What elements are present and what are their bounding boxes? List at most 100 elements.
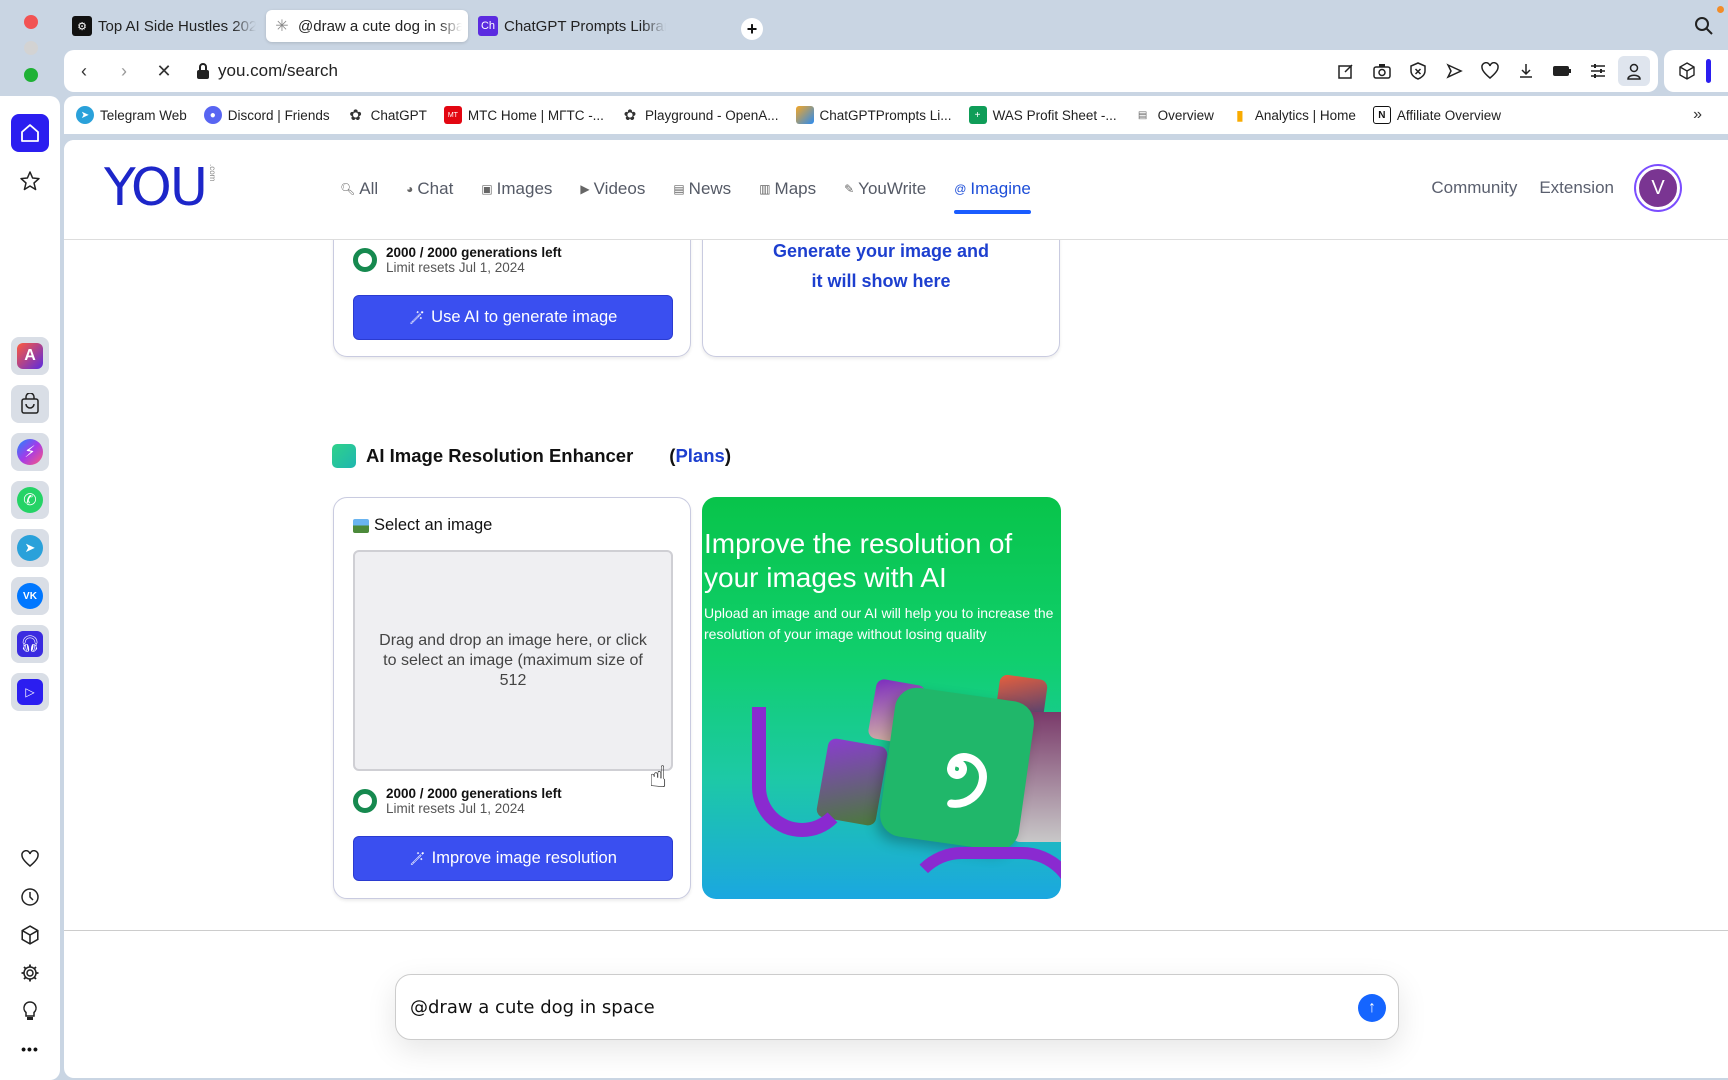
favorites-button[interactable] (1474, 56, 1506, 86)
enhancer-quota: 2000 / 2000 generations left Limit reset… (353, 786, 562, 816)
tab-chatgpt-prompts-library[interactable]: Ch ChatGPT Prompts Library (472, 10, 672, 42)
enhancer-promo-banner: Improve the resolution of your images wi… (702, 497, 1061, 899)
nav-news[interactable]: ▤ News (673, 176, 731, 202)
bookmark-affiliate-overview[interactable]: N Affiliate Overview (1372, 106, 1501, 124)
cube-icon[interactable] (1678, 62, 1696, 80)
sidebar-app-whatsapp[interactable]: ✆ (11, 481, 49, 519)
quota-ring-icon (353, 248, 377, 272)
tab-search-button[interactable] (1694, 16, 1714, 41)
play-icon: ▶ (580, 182, 590, 196)
battery-icon (1553, 66, 1571, 76)
extension-link[interactable]: Extension (1539, 178, 1614, 198)
star-icon (20, 171, 40, 191)
user-avatar[interactable]: V (1636, 166, 1680, 210)
bookmark-telegram-web[interactable]: ➤ Telegram Web (76, 106, 187, 124)
window-minimize-button[interactable] (24, 41, 38, 55)
nav-chat[interactable]: ◕ Chat (406, 176, 453, 202)
bookmarks-overflow-button[interactable]: » (1693, 106, 1702, 124)
sidebar-app-player[interactable]: ▷ (11, 673, 49, 711)
sidebar-app-messenger[interactable]: ⚡ (11, 433, 49, 471)
nav-all[interactable]: 🔍︎ All (340, 176, 378, 202)
prompt-bar: ↑ (395, 974, 1399, 1040)
preview-placeholder-line2: it will show here (811, 271, 951, 291)
generate-image-button[interactable]: 🪄︎ Use AI to generate image (353, 295, 673, 340)
bookmark-was-profit-sheet[interactable]: + WAS Profit Sheet -... (968, 106, 1117, 124)
downloads-button[interactable] (1510, 56, 1542, 86)
nav-imagine[interactable]: @ Imagine (954, 176, 1031, 214)
community-link[interactable]: Community (1431, 178, 1517, 198)
nav-videos[interactable]: ▶ Videos (580, 176, 645, 202)
profile-button[interactable] (1618, 56, 1650, 86)
bookmark-playground[interactable]: ✿ Playground - OpenA... (621, 106, 779, 124)
browser-sidebar: A ⚡ ✆ ➤ VK 🎧︎ ▷ ••• (0, 96, 60, 1080)
site-header: YOU .com 🔍︎ All ◕ Chat ▣ Images ▶ Videos ▤ Ne… (64, 140, 1728, 240)
improve-resolution-button[interactable]: 🪄︎ Improve image resolution (353, 836, 673, 881)
sidebar-app-aria[interactable]: A (11, 337, 49, 375)
sidebar-tips-button[interactable] (11, 992, 49, 1030)
tab-top-ai-side-hustles[interactable]: ⚙ Top AI Side Hustles 2024 (66, 10, 262, 42)
map-icon: ▥ (759, 182, 771, 196)
home-icon (21, 124, 39, 142)
bookmark-chatgptprompts[interactable]: ChatGPTPrompts Li... (795, 106, 952, 124)
robot-icon: ⚙ (72, 16, 92, 36)
bookmarks-bar: ➤ Telegram Web ● Discord | Friends ✿ ChatGP… (64, 96, 1728, 134)
clock-icon (21, 888, 39, 906)
stop-loading-button[interactable]: ✕ (144, 61, 184, 82)
chat-icon: ◕ (406, 182, 414, 196)
prompt-input[interactable] (410, 996, 1310, 1018)
tab-draw-cute-dog[interactable]: ✳ @draw a cute dog in space (266, 10, 468, 42)
bookmark-overview[interactable]: ▤ Overview (1134, 106, 1214, 124)
sidebar-app-vk[interactable]: VK (11, 577, 49, 615)
headphones-icon: 🎧︎ (17, 631, 43, 657)
telegram-icon: ➤ (17, 535, 43, 561)
lock-icon (197, 63, 209, 79)
window-close-button[interactable] (24, 15, 38, 29)
shield-x-icon (1410, 62, 1426, 80)
nav-images[interactable]: ▣ Images (481, 176, 552, 202)
send-button[interactable]: ↑ (1358, 994, 1386, 1022)
sidebar-settings-button[interactable] (11, 954, 49, 992)
sidebar-app-telegram[interactable]: ➤ (11, 529, 49, 567)
plans-link[interactable]: Plans (675, 445, 724, 466)
bookmark-mts-home[interactable]: MT MTC Home | МГТС -... (443, 106, 604, 124)
url-field[interactable]: you.com/search (218, 61, 338, 81)
easy-setup-button[interactable] (1582, 56, 1614, 86)
magic-wand-icon: 🪄︎ (408, 309, 426, 325)
send-to-button[interactable] (1438, 56, 1470, 86)
nav-maps[interactable]: ▥ Maps (759, 176, 816, 202)
forward-button[interactable]: › (104, 61, 144, 82)
magic-wand-icon: 🪄︎ (409, 850, 426, 866)
sidebar-app-shopping[interactable] (11, 385, 49, 423)
you-logo[interactable]: YOU .com (104, 162, 217, 214)
edit-pin-button[interactable] (1330, 56, 1362, 86)
mts-icon: MT (443, 106, 462, 124)
adblock-button[interactable] (1402, 56, 1434, 86)
web-page: YOU .com 🔍︎ All ◕ Chat ▣ Images ▶ Videos ▤ Ne… (64, 140, 1728, 1078)
sidebar-favorites-button[interactable] (11, 840, 49, 878)
window-maximize-button[interactable] (24, 68, 38, 82)
new-tab-button[interactable]: + (741, 18, 763, 40)
sidebar-app-music[interactable]: 🎧︎ (11, 625, 49, 663)
battery-saver-button[interactable] (1546, 56, 1578, 86)
news-icon: ▤ (673, 182, 685, 196)
sidebar-more-button[interactable]: ••• (11, 1030, 49, 1068)
back-button[interactable]: ‹ (64, 61, 104, 82)
sidebar-pinboards-button[interactable] (11, 162, 49, 200)
analytics-icon: ▮ (1236, 106, 1244, 123)
image-dropzone[interactable]: Drag and drop an image here, or click to… (353, 550, 673, 771)
snapshot-button[interactable] (1366, 56, 1398, 86)
sidebar-extensions-button[interactable] (11, 916, 49, 954)
heart-icon (1481, 62, 1499, 79)
bookmark-chatgpt[interactable]: ✿ ChatGPT (347, 106, 427, 124)
bookmark-analytics[interactable]: ▮ Analytics | Home (1231, 106, 1356, 124)
overview-icon: ▤ (1137, 109, 1148, 121)
person-icon (1627, 63, 1641, 80)
sidebar-home-button[interactable] (11, 114, 49, 152)
bookmark-discord[interactable]: ● Discord | Friends (203, 106, 330, 124)
openai-icon: ✿ (349, 107, 362, 124)
images-icon: ▣ (481, 182, 493, 196)
nav-youwrite[interactable]: ✎ YouWrite (844, 176, 926, 202)
search-icon (1695, 17, 1713, 35)
sidebar-history-button[interactable] (11, 878, 49, 916)
imagine-spiral-logo (877, 684, 1037, 854)
